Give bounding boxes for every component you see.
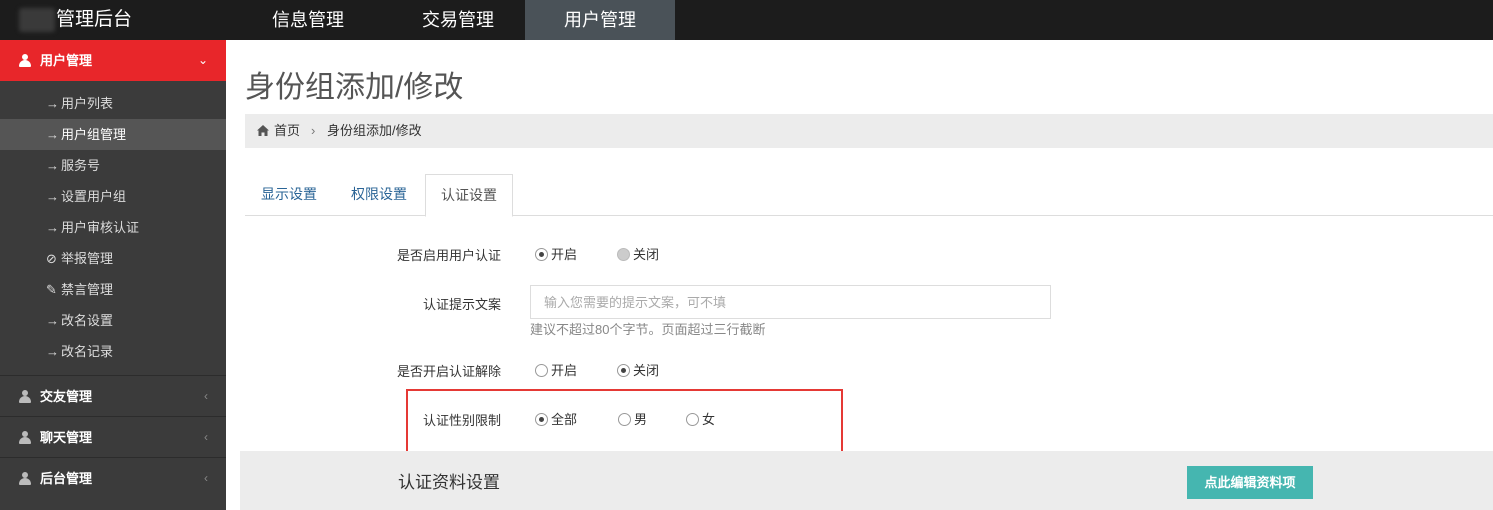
- tab-permission-settings[interactable]: 权限设置: [337, 174, 421, 216]
- radio-checked-icon: [535, 248, 548, 261]
- user-icon: [19, 472, 31, 485]
- mute-icon: ✎: [46, 282, 57, 297]
- radio-icon: [686, 413, 699, 426]
- sidebar-item-verify[interactable]: → 用户审核认证: [0, 212, 226, 243]
- radio-icon: [617, 248, 630, 261]
- radio-label: 开启: [551, 247, 578, 262]
- breadcrumb-separator: ›: [311, 123, 316, 138]
- sidebar-item-label: 改名记录: [61, 344, 114, 359]
- sidebar-item-user-list[interactable]: → 用户列表: [0, 88, 226, 119]
- chevron-left-icon: ‹: [204, 430, 208, 444]
- user-icon: [19, 431, 31, 444]
- sidebar-section-label: 聊天管理: [40, 430, 93, 445]
- user-icon: [19, 390, 31, 403]
- gender-limit-label: 认证性别限制: [422, 413, 501, 428]
- arrow-right-icon: →: [46, 127, 59, 142]
- section-title: 认证资料设置: [398, 473, 500, 492]
- topnav-trade[interactable]: 交易管理: [383, 0, 533, 40]
- sidebar: 用户管理 ⌄ → 用户列表 → 用户组管理 → 服务号 → 设置用户组 → 用户…: [0, 40, 226, 510]
- sidebar-section-user[interactable]: 用户管理 ⌄: [0, 40, 226, 81]
- ban-icon: ⊘: [46, 251, 57, 266]
- sidebar-item-rename-settings[interactable]: → 改名设置: [0, 305, 226, 336]
- brand: 管理后台: [0, 0, 226, 40]
- sidebar-item-mute[interactable]: ✎ 禁言管理: [0, 274, 226, 305]
- topnav-info[interactable]: 信息管理: [233, 0, 383, 40]
- sidebar-item-service[interactable]: → 服务号: [0, 150, 226, 181]
- sidebar-item-label: 服务号: [61, 158, 101, 173]
- sidebar-item-set-group[interactable]: → 设置用户组: [0, 181, 226, 212]
- edit-profile-fields-button[interactable]: 点此编辑资料项: [1187, 466, 1313, 499]
- arrow-right-icon: →: [46, 158, 59, 173]
- tab-auth-settings[interactable]: 认证设置: [425, 174, 513, 217]
- radio-checked-icon: [617, 364, 630, 377]
- chevron-left-icon: ‹: [204, 471, 208, 485]
- radio-label: 关闭: [633, 247, 660, 262]
- brand-logo: [19, 8, 55, 32]
- sidebar-section-admin[interactable]: 后台管理 ‹: [0, 458, 226, 499]
- sidebar-item-label: 用户列表: [61, 96, 114, 111]
- breadcrumb-home[interactable]: 首页: [274, 114, 300, 148]
- top-bar: 管理后台 信息管理 交易管理 用户管理: [0, 0, 1493, 40]
- enable-unbind-label: 是否开启认证解除: [396, 364, 501, 379]
- radio-label: 女: [702, 412, 716, 427]
- breadcrumb: 首页 › 身份组添加/修改: [245, 114, 1493, 148]
- sidebar-item-report[interactable]: ⊘ 举报管理: [0, 243, 226, 274]
- arrow-right-icon: →: [46, 189, 59, 204]
- radio-label: 关闭: [633, 363, 660, 378]
- tab-display-settings[interactable]: 显示设置: [245, 174, 333, 216]
- arrow-right-icon: →: [46, 313, 59, 328]
- hint-text-input[interactable]: [530, 285, 1051, 319]
- sidebar-item-rename-log[interactable]: → 改名记录: [0, 336, 226, 367]
- chevron-down-icon: ⌄: [197, 53, 208, 67]
- radio-icon: [618, 413, 631, 426]
- sidebar-item-label: 用户审核认证: [61, 220, 140, 235]
- home-icon: [257, 125, 269, 136]
- sidebar-item-label: 举报管理: [61, 251, 114, 266]
- sidebar-item-label: 改名设置: [61, 313, 114, 328]
- sidebar-item-label: 用户组管理: [61, 127, 127, 142]
- radio-icon: [535, 364, 548, 377]
- sidebar-item-label: 禁言管理: [61, 282, 114, 297]
- radio-label: 全部: [551, 412, 578, 427]
- brand-title: 管理后台: [56, 9, 133, 30]
- sidebar-section-label: 用户管理: [40, 53, 93, 68]
- user-icon: [19, 54, 31, 67]
- sidebar-section-label: 后台管理: [40, 471, 93, 486]
- sidebar-section-friends[interactable]: 交友管理 ‹: [0, 376, 226, 417]
- sidebar-section-label: 交友管理: [40, 389, 93, 404]
- page-title: 身份组添加/修改: [245, 71, 464, 104]
- topnav-user[interactable]: 用户管理: [525, 0, 675, 40]
- breadcrumb-current: 身份组添加/修改: [327, 123, 422, 138]
- sidebar-item-user-group[interactable]: → 用户组管理: [0, 119, 226, 150]
- tab-bar: 显示设置 权限设置 认证设置: [245, 174, 1493, 217]
- chevron-left-icon: ‹: [204, 389, 208, 403]
- arrow-right-icon: →: [46, 344, 59, 359]
- hint-text-label: 认证提示文案: [422, 297, 501, 312]
- radio-label: 开启: [551, 363, 578, 378]
- enable-auth-label: 是否启用用户认证: [396, 248, 501, 263]
- radio-checked-icon: [535, 413, 548, 426]
- arrow-right-icon: →: [46, 220, 59, 235]
- hint-text-help: 建议不超过80个字节。页面超过三行截断: [530, 322, 766, 337]
- arrow-right-icon: →: [46, 96, 59, 111]
- sidebar-section-chat[interactable]: 聊天管理 ‹: [0, 417, 226, 458]
- radio-label: 男: [634, 412, 648, 427]
- sidebar-item-label: 设置用户组: [61, 189, 127, 204]
